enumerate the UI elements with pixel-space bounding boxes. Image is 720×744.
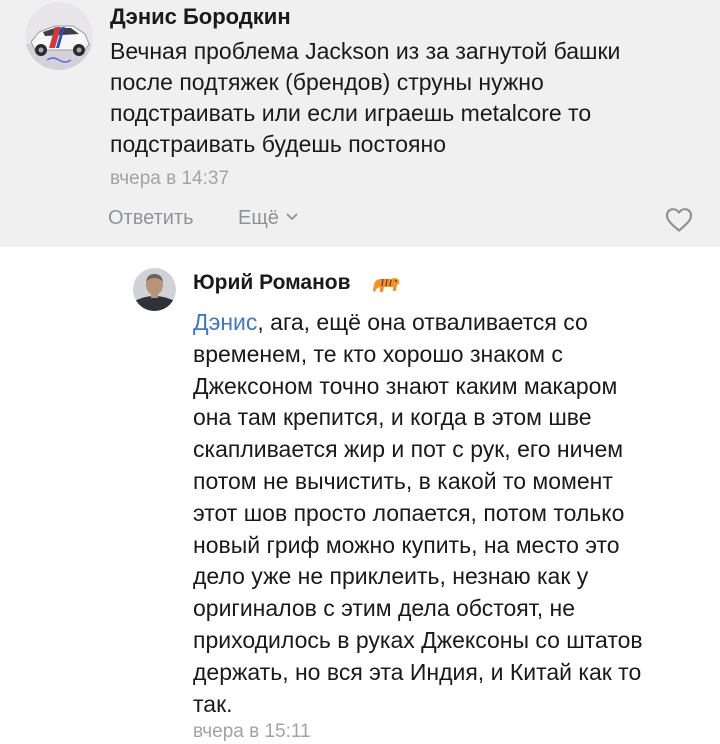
comment-author-name[interactable]: Дэнис Бородкин: [110, 4, 291, 30]
comment-text-line: приходилось в руках Джексоны со штатов: [193, 626, 643, 653]
comment-text-line: Дэнис, ага, ещё она отваливается со: [193, 307, 713, 339]
comment-card-1: Дэнис Бородкин Вечная проблема Jackson и…: [0, 0, 720, 247]
car-avatar-icon: [25, 2, 93, 70]
comment-text: Вечная проблема Jackson из за загнутой б…: [110, 36, 710, 160]
tiger-emoji-icon: [373, 278, 400, 292]
comment-author-name[interactable]: Юрий Романов: [193, 271, 351, 295]
comment-text-line: скапливается жир и пот с рук, его ничем: [193, 436, 624, 463]
comment-text-line: дело уже не приклеить, незнаю как у: [193, 563, 589, 590]
comment-text-line: подстраивать будешь постояно: [110, 131, 446, 157]
user-avatar[interactable]: [133, 268, 176, 311]
comment-text-line: держать, но вся эта Индия, и Китай как т…: [193, 658, 642, 685]
comment-text-line: Джексоном точно знают каким макаром: [193, 372, 618, 399]
comment-text-line: потом не вычистить, в какой то момент: [193, 467, 613, 494]
comment-text-fragment: , ага, ещё она отваливается со: [257, 309, 588, 335]
comment-text-line: Вечная проблема Jackson из за загнутой б…: [110, 38, 621, 64]
heart-icon[interactable]: [665, 207, 693, 233]
comment-text-line: она там крепится, и когда в этом шве: [193, 404, 592, 431]
comment-text-line: временем, те кто хорошо знаком с: [193, 340, 563, 367]
comment-text-line: подстраивать или если играешь metalcore …: [110, 100, 592, 126]
reply-button[interactable]: Ответить: [108, 207, 194, 230]
comment-text: Дэнис, ага, ещё она отваливается со врем…: [193, 307, 713, 720]
comment-timestamp[interactable]: вчера в 15:11: [193, 721, 311, 743]
person-avatar-icon: [133, 268, 176, 311]
comment-card-2: Юрий Романов Дэнис, ага, ещё она отвалив…: [0, 247, 720, 744]
more-button[interactable]: Ещё: [238, 207, 298, 230]
mention-link[interactable]: Дэнис: [193, 309, 257, 335]
comment-text-line: после подтяжек (брендов) струны нужно: [110, 69, 544, 95]
comment-text-line: так.: [193, 690, 233, 717]
more-button-label: Ещё: [238, 207, 279, 229]
comment-text-line: этот шов просто лопается, потом только: [193, 499, 625, 526]
comment-text-line: оригиналов с этим дела обстоят, не: [193, 595, 575, 622]
user-avatar[interactable]: [25, 2, 93, 70]
chevron-down-icon: [287, 213, 298, 221]
comment-text-line: новый гриф можно купить, на место это: [193, 531, 620, 558]
comment-timestamp[interactable]: вчера в 14:37: [110, 168, 229, 190]
